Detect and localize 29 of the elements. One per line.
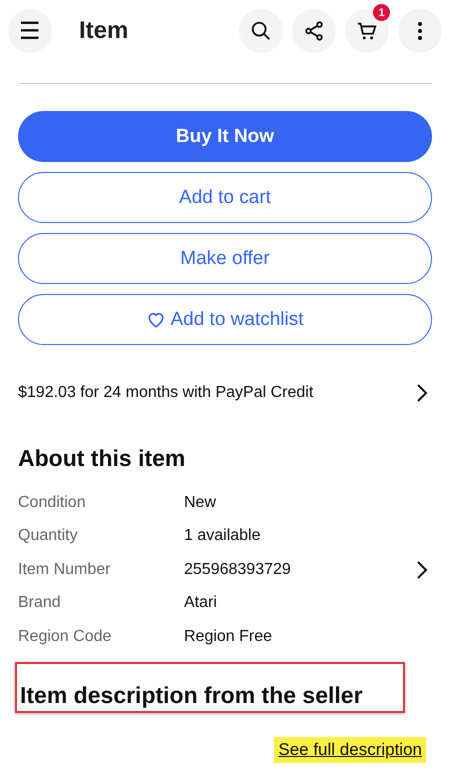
spec-label: Quantity [18,527,79,546]
menu-button[interactable]: ☰ [8,9,52,53]
spec-value: New [184,494,218,512]
spec-label: Region Code [18,628,112,646]
cart-icon [356,20,378,42]
description-link[interactable]: See full description [274,736,426,762]
spec-value: Atari [184,594,218,612]
search-button[interactable] [239,9,283,53]
cart-count-badge: 1 [373,4,390,21]
share-button[interactable] [292,9,336,53]
spec-label: Item Number [18,560,112,579]
page-title: Item [79,17,128,45]
search-icon [250,20,272,42]
section-heading: About this item [17,445,186,472]
buy-now-button[interactable]: Buy It Now [18,111,432,162]
share-icon [303,20,325,42]
spec-label: Condition [18,494,87,512]
more-icon [418,22,422,40]
section-heading: Item description from the seller [20,682,364,708]
spec-value: 255968393729 [184,560,292,579]
financing-text: $192.03 for 24 months with PayPal Credit [18,384,314,402]
watchlist-button[interactable]: Add to watchlist [18,294,432,345]
spec-value: Region Free [184,628,274,646]
action-button[interactable]: Add to cart [18,172,432,223]
spec-value: 1 available [184,527,262,546]
spec-label: Brand [18,594,62,612]
more-options-button[interactable] [398,9,442,53]
cart-button[interactable] [345,9,389,53]
action-button[interactable]: Make offer [18,233,432,284]
